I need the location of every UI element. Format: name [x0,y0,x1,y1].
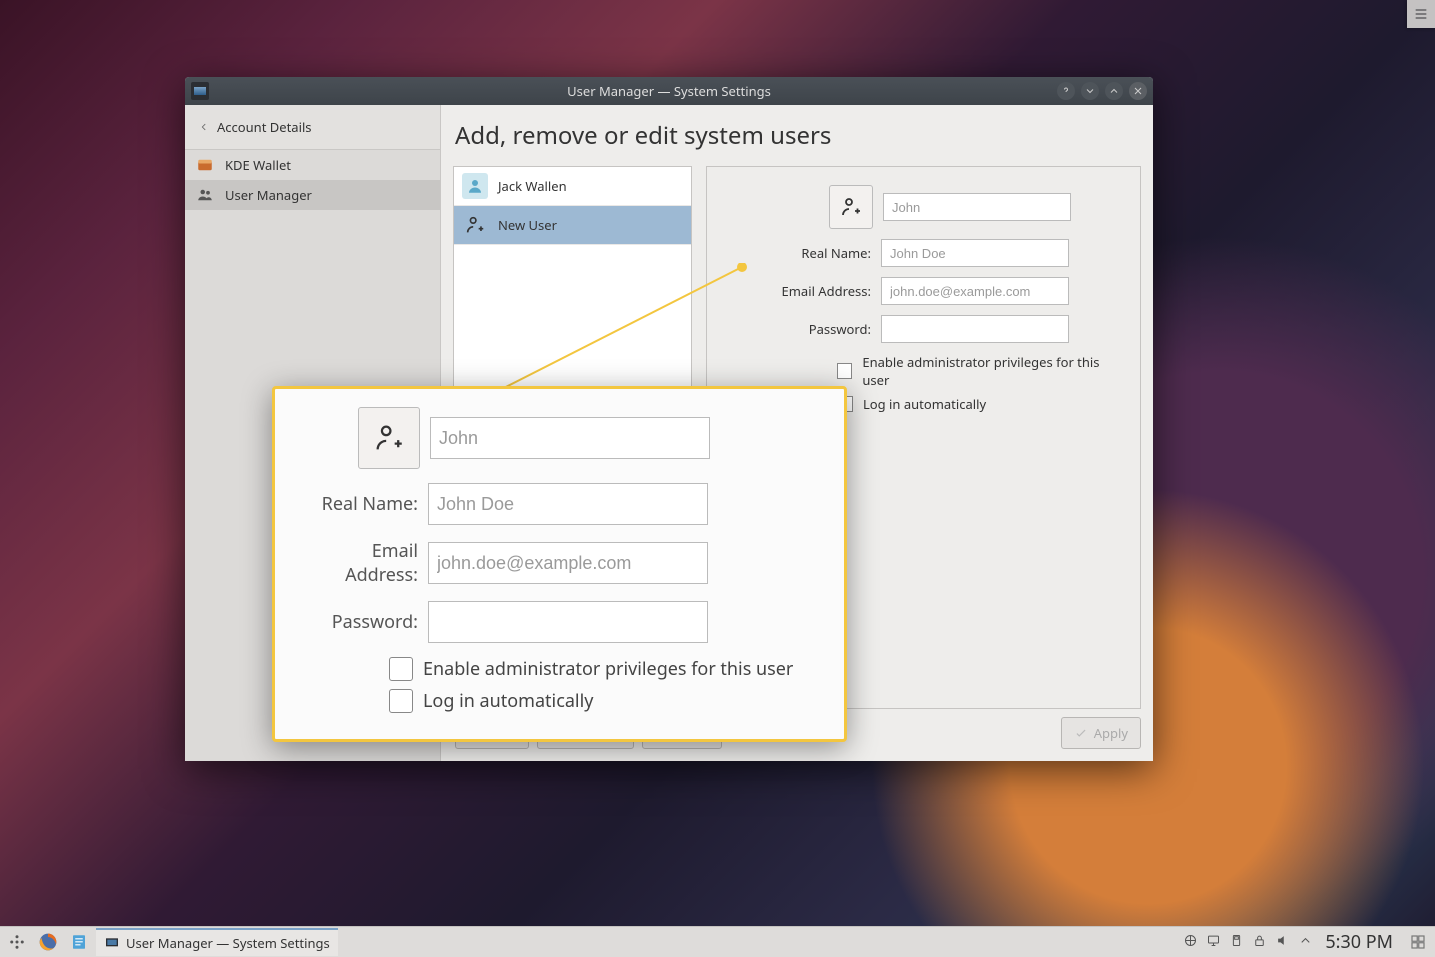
user-list-item-label: New User [498,216,557,234]
password-label: Password: [729,320,871,338]
notes-launcher[interactable] [66,930,92,954]
add-user-icon [462,212,488,238]
tray-kde-icon[interactable] [1183,933,1198,952]
admin-checkbox-zoom[interactable] [389,657,413,681]
window-title: User Manager — System Settings [185,82,1153,100]
chevron-left-icon [199,122,209,132]
taskbar-clock[interactable]: 5:30 PM [1317,930,1401,954]
task-icon [104,935,120,951]
tray-display-icon[interactable] [1206,933,1221,952]
check-icon [1074,726,1088,740]
email-label-zoom: Email Address: [295,539,418,587]
tray-lock-icon[interactable] [1252,933,1267,952]
taskbar-task-label: User Manager — System Settings [126,934,330,952]
users-icon [195,185,215,205]
admin-checkbox[interactable] [837,363,852,379]
sidebar-item-label: KDE Wallet [225,156,291,174]
zoom-callout: Real Name: Email Address: Password: Enab… [272,386,847,742]
user-list-item-new[interactable]: New User [454,206,691,245]
autologin-checkbox-label-zoom: Log in automatically [423,689,593,713]
apply-button[interactable]: Apply [1061,717,1141,749]
taskbar-task[interactable]: User Manager — System Settings [96,928,338,956]
username-input[interactable] [883,193,1071,221]
sidebar-item-label: User Manager [225,186,312,204]
page-title: Add, remove or edit system users [455,119,1141,152]
password-input[interactable] [881,315,1069,343]
breadcrumb[interactable]: Account Details [185,105,440,150]
app-launcher[interactable] [4,930,30,954]
apply-button-label: Apply [1094,724,1128,742]
autologin-checkbox-zoom[interactable] [389,689,413,713]
real-name-label-zoom: Real Name: [295,492,418,516]
tray-disk-icon[interactable] [1229,933,1244,952]
autologin-checkbox-label: Log in automatically [863,395,986,413]
system-tray [1183,933,1313,952]
firefox-launcher[interactable] [34,930,62,954]
avatar-picker-button-zoom[interactable] [358,407,420,469]
panel-handle[interactable] [1407,0,1435,28]
password-label-zoom: Password: [295,610,418,634]
password-input-zoom[interactable] [428,601,708,643]
sidebar-item-kde-wallet[interactable]: KDE Wallet [185,150,440,180]
tray-volume-icon[interactable] [1275,933,1290,952]
breadcrumb-label: Account Details [217,118,312,136]
username-input-zoom[interactable] [430,417,710,459]
real-name-input[interactable] [881,239,1069,267]
show-desktop-button[interactable] [1405,930,1431,954]
real-name-label: Real Name: [729,244,871,262]
email-input[interactable] [881,277,1069,305]
wallet-icon [195,155,215,175]
user-list-item-label: Jack Wallen [498,177,567,195]
taskbar: User Manager — System Settings 5:30 PM [0,926,1435,957]
admin-checkbox-label-zoom: Enable administrator privileges for this… [423,657,793,681]
email-label: Email Address: [729,282,871,300]
email-input-zoom[interactable] [428,542,708,584]
real-name-input-zoom[interactable] [428,483,708,525]
avatar-picker-button[interactable] [829,185,873,229]
admin-checkbox-label: Enable administrator privileges for this… [862,353,1118,389]
avatar [462,173,488,199]
sidebar-item-user-manager[interactable]: User Manager [185,180,440,210]
window-titlebar[interactable]: User Manager — System Settings [185,77,1153,105]
user-list-item[interactable]: Jack Wallen [454,167,691,206]
tray-chevron-up-icon[interactable] [1298,933,1313,952]
